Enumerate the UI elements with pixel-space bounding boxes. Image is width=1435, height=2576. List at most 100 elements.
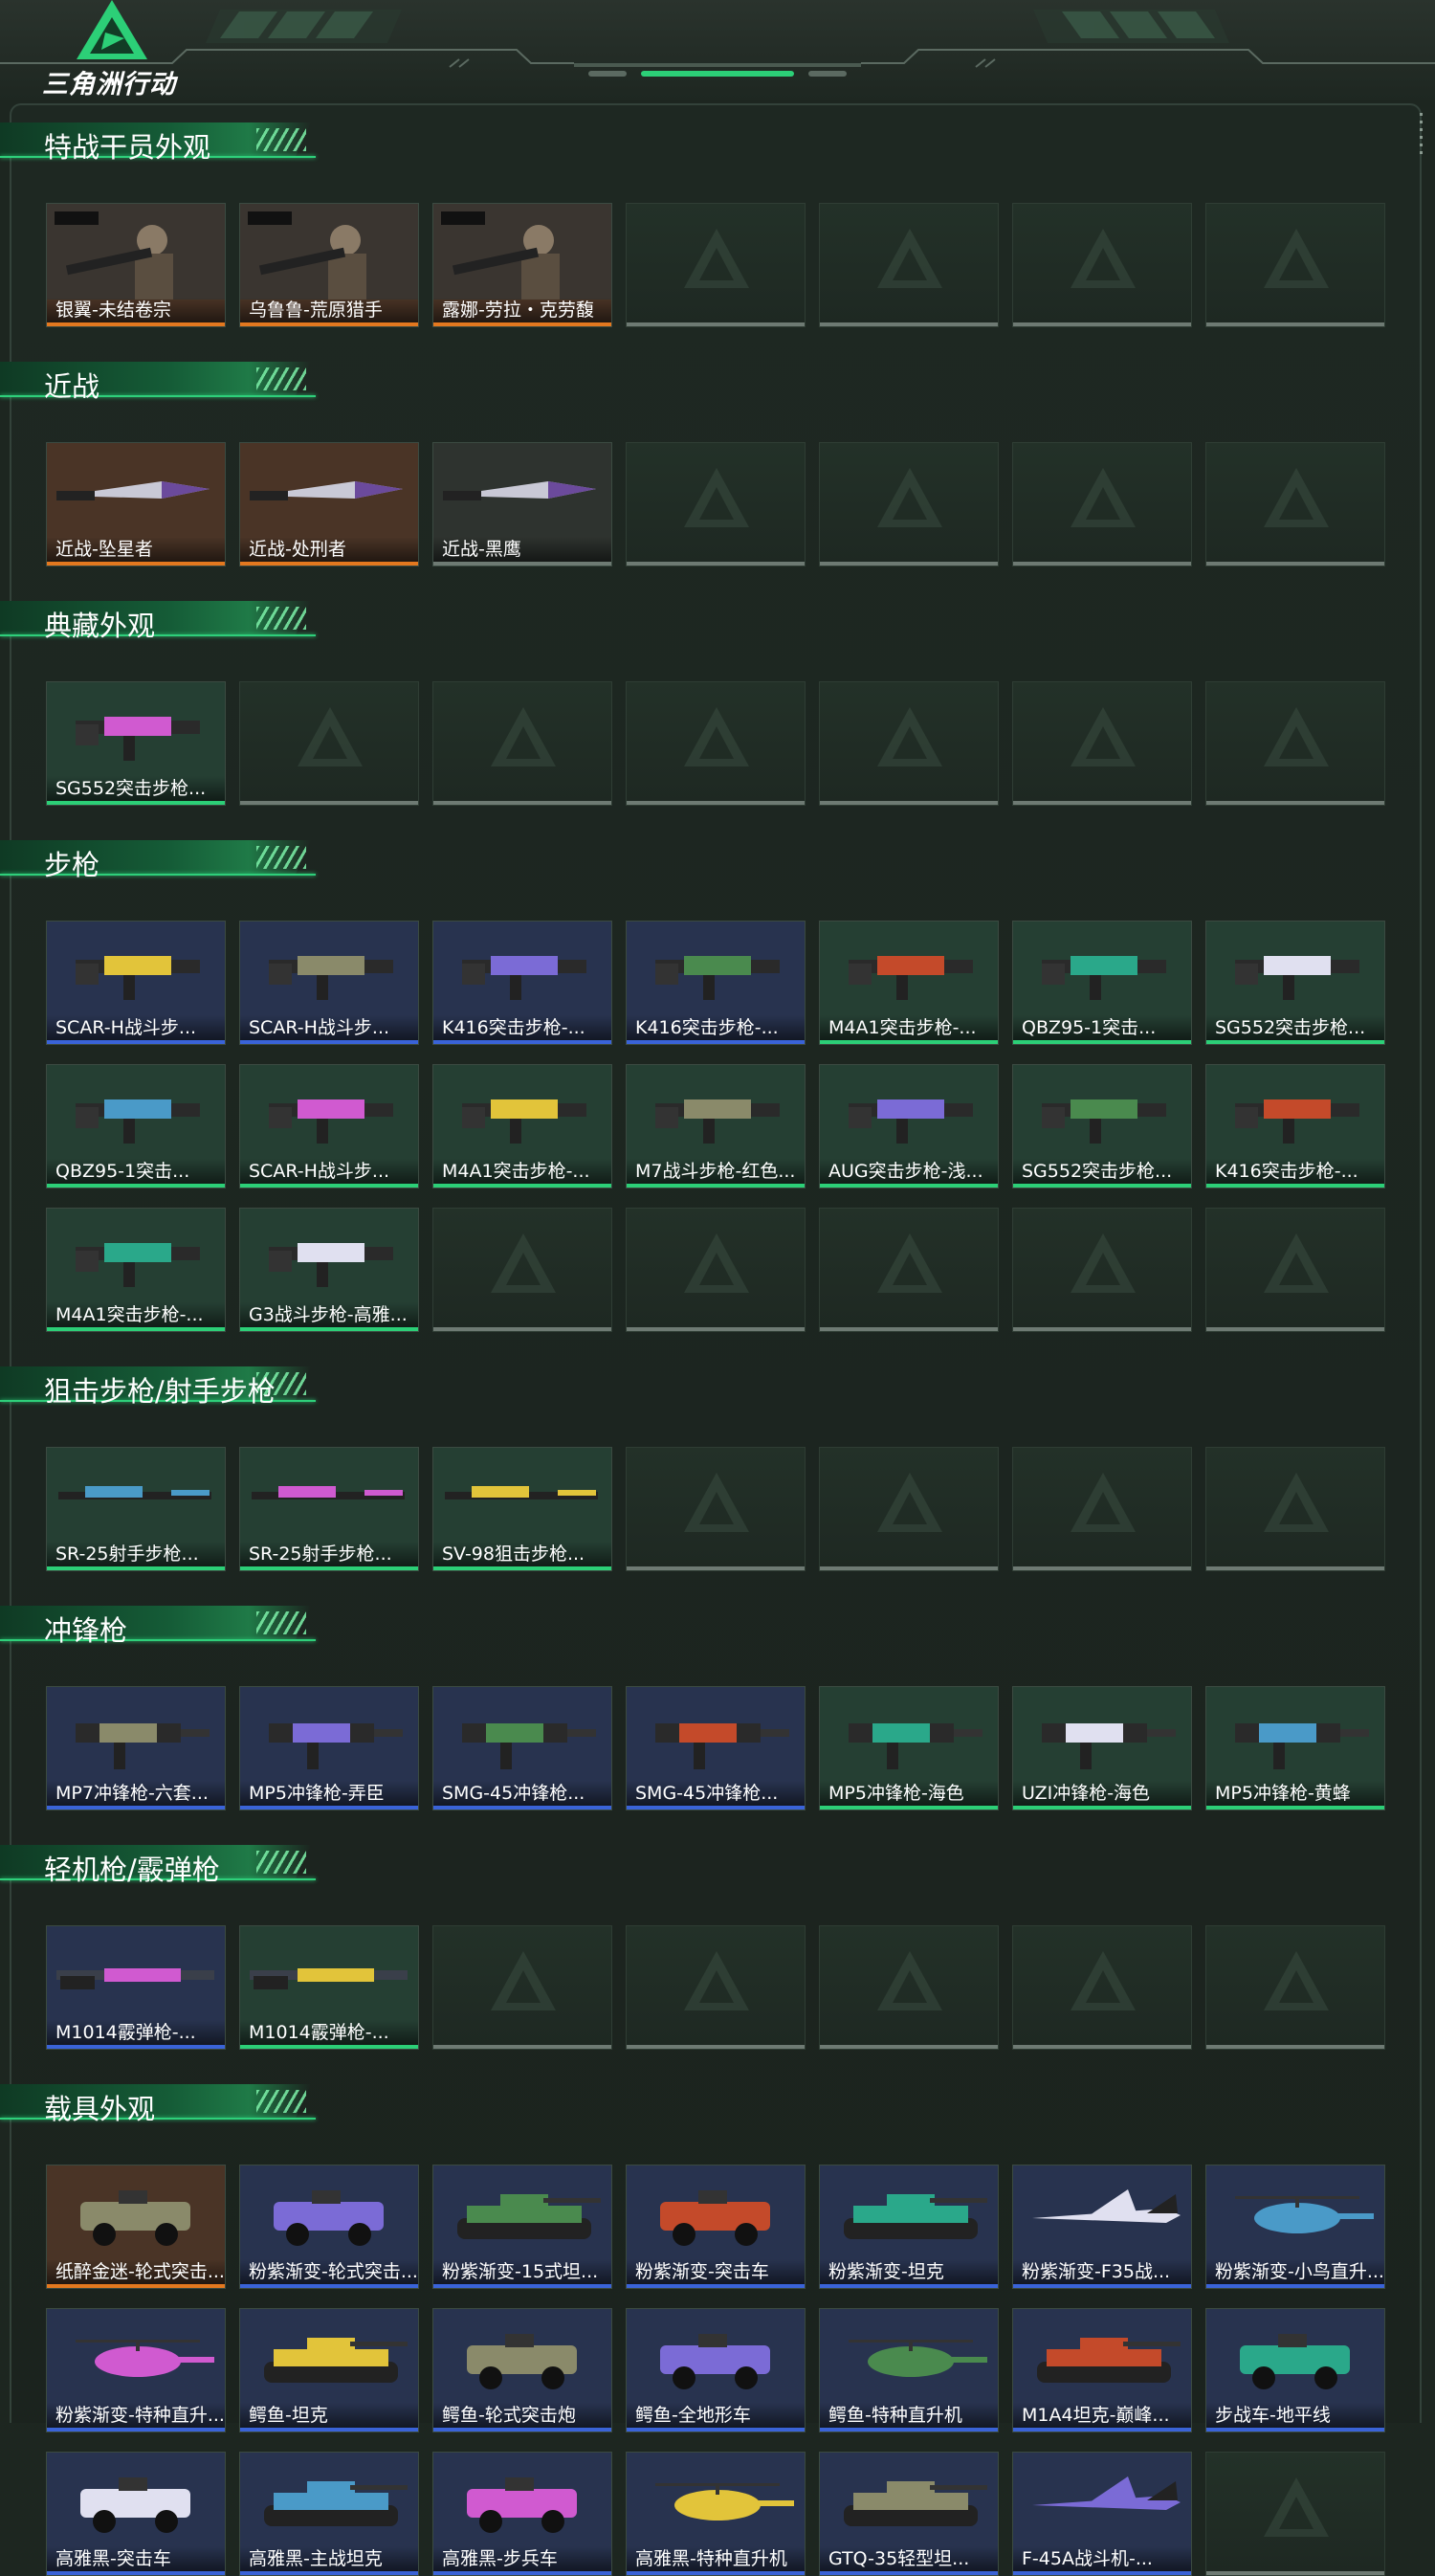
- item-card[interactable]: MP5冲锋枪-海色: [819, 1686, 999, 1810]
- item-card[interactable]: SCAR-H战斗步...: [46, 921, 226, 1045]
- item-name: SMG-45冲锋枪...: [627, 1781, 805, 1806]
- item-card[interactable]: SMG-45冲锋枪...: [432, 1686, 612, 1810]
- item-card[interactable]: 粉紫渐变-突击车: [626, 2165, 806, 2289]
- item-thumbnail: [56, 1968, 214, 1989]
- item-card[interactable]: 近战-坠星者: [46, 442, 226, 566]
- item-thumbnail: [1235, 2196, 1374, 2233]
- item-card[interactable]: SCAR-H战斗步...: [239, 921, 419, 1045]
- item-name: MP5冲锋枪-黄蜂: [1206, 1781, 1384, 1806]
- rarity-strip: [47, 1184, 225, 1188]
- item-thumbnail: [269, 1099, 393, 1144]
- item-card[interactable]: 鳄鱼-轮式突击炮: [432, 2308, 612, 2432]
- item-card[interactable]: 粉紫渐变-F35战...: [1012, 2165, 1192, 2289]
- rarity-strip: [1013, 1040, 1191, 1044]
- item-card[interactable]: M1014霰弹枪-...: [239, 1925, 419, 2050]
- rarity-strip: [627, 1040, 805, 1044]
- item-card[interactable]: 露娜-劳拉・克劳馥: [432, 203, 612, 327]
- item-card[interactable]: SV-98狙击步枪...: [432, 1447, 612, 1571]
- empty-strip: [627, 2045, 805, 2049]
- item-card[interactable]: 粉紫渐变-轮式突击...: [239, 2165, 419, 2289]
- empty-strip: [627, 801, 805, 805]
- empty-strip: [1013, 1327, 1191, 1331]
- item-card[interactable]: 近战-黑鹰: [432, 442, 612, 566]
- item-card[interactable]: QBZ95-1突击...: [46, 1064, 226, 1188]
- item-card[interactable]: UZI冲锋枪-海色: [1012, 1686, 1192, 1810]
- placeholder-logo-icon: [684, 1233, 749, 1293]
- item-card[interactable]: K416突击步枪-...: [1205, 1064, 1385, 1188]
- item-name: QBZ95-1突击...: [47, 1159, 225, 1184]
- empty-slot: [432, 681, 612, 806]
- item-card[interactable]: M4A1突击步枪-...: [819, 921, 999, 1045]
- rarity-strip: [1013, 2428, 1191, 2432]
- item-card[interactable]: SG552突击步枪...: [1205, 921, 1385, 1045]
- item-card[interactable]: SCAR-H战斗步...: [239, 1064, 419, 1188]
- item-card[interactable]: SMG-45冲锋枪...: [626, 1686, 806, 1810]
- item-card[interactable]: 粉紫渐变-特种直升...: [46, 2308, 226, 2432]
- item-thumbnail: [1032, 2189, 1181, 2223]
- item-card[interactable]: 步战车-地平线: [1205, 2308, 1385, 2432]
- item-thumbnail: [80, 2477, 190, 2533]
- item-card[interactable]: GTQ-35轻型坦...: [819, 2452, 999, 2576]
- item-card[interactable]: K416突击步枪-...: [432, 921, 612, 1045]
- rarity-strip: [820, 2428, 998, 2432]
- item-thumbnail: [252, 1486, 405, 1499]
- item-card[interactable]: 高雅黑-步兵车: [432, 2452, 612, 2576]
- item-thumbnail: [1042, 956, 1166, 1000]
- empty-strip: [1013, 2045, 1191, 2049]
- item-thumbnail: [462, 1723, 596, 1769]
- item-card[interactable]: M1014霰弹枪-...: [46, 1925, 226, 2050]
- item-card[interactable]: F-45A战斗机-...: [1012, 2452, 1192, 2576]
- empty-slot: [1012, 681, 1192, 806]
- item-name: 粉紫渐变-F35战...: [1013, 2259, 1191, 2284]
- rarity-strip: [627, 2571, 805, 2575]
- item-card[interactable]: MP7冲锋枪-六套...: [46, 1686, 226, 1810]
- item-thumbnail: [1240, 2334, 1350, 2389]
- item-thumbnail: [655, 1723, 789, 1769]
- item-name: 鳄鱼-坦克: [240, 2403, 418, 2428]
- empty-slot: [819, 203, 999, 327]
- item-card[interactable]: 鳄鱼-特种直升机: [819, 2308, 999, 2432]
- rarity-strip: [1013, 2284, 1191, 2288]
- item-card[interactable]: MP5冲锋枪-弄臣: [239, 1686, 419, 1810]
- empty-strip: [1013, 562, 1191, 566]
- item-card[interactable]: M7战斗步枪-红色...: [626, 1064, 806, 1188]
- item-card[interactable]: 纸醉金迷-轮式突击...: [46, 2165, 226, 2289]
- item-card[interactable]: SR-25射手步枪...: [46, 1447, 226, 1571]
- item-card[interactable]: 高雅黑-特种直升机: [626, 2452, 806, 2576]
- item-card[interactable]: M4A1突击步枪-...: [46, 1208, 226, 1332]
- item-card[interactable]: 鳄鱼-全地形车: [626, 2308, 806, 2432]
- item-card[interactable]: M1A4坦克-巅峰...: [1012, 2308, 1192, 2432]
- item-card[interactable]: 高雅黑-主战坦克: [239, 2452, 419, 2576]
- item-card[interactable]: SG552突击步枪...: [46, 681, 226, 806]
- item-card[interactable]: 近战-处刑者: [239, 442, 419, 566]
- item-card[interactable]: SG552突击步枪...: [1012, 1064, 1192, 1188]
- item-card[interactable]: 粉紫渐变-15式坦...: [432, 2165, 612, 2289]
- item-card[interactable]: SR-25射手步枪...: [239, 1447, 419, 1571]
- item-card[interactable]: 鳄鱼-坦克: [239, 2308, 419, 2432]
- item-card[interactable]: 粉紫渐变-坦克: [819, 2165, 999, 2289]
- rarity-strip: [240, 1327, 418, 1331]
- item-name: M1014霰弹枪-...: [240, 2020, 418, 2045]
- section-stripes: [256, 128, 306, 151]
- item-card[interactable]: 高雅黑-突击车: [46, 2452, 226, 2576]
- item-name: 鳄鱼-全地形车: [627, 2403, 805, 2428]
- item-card[interactable]: MP5冲锋枪-黄蜂: [1205, 1686, 1385, 1810]
- item-card[interactable]: AUG突击步枪-浅...: [819, 1064, 999, 1188]
- item-card[interactable]: K416突击步枪-...: [626, 921, 806, 1045]
- placeholder-logo-icon: [491, 1951, 556, 2010]
- scrollbar[interactable]: [1419, 113, 1424, 159]
- item-card[interactable]: QBZ95-1突击...: [1012, 921, 1192, 1045]
- rarity-strip: [1206, 1040, 1384, 1044]
- item-thumbnail: [250, 481, 403, 500]
- item-card[interactable]: M4A1突击步枪-...: [432, 1064, 612, 1188]
- item-card[interactable]: 乌鲁鲁-荒原猎手: [239, 203, 419, 327]
- item-card[interactable]: 粉紫渐变-小鸟直升...: [1205, 2165, 1385, 2289]
- section-header: 轻机枪/霰弹枪: [0, 1837, 316, 1886]
- item-card[interactable]: G3战斗步枪-高雅...: [239, 1208, 419, 1332]
- rarity-strip: [433, 1040, 611, 1044]
- item-name: F-45A战斗机-...: [1013, 2546, 1191, 2571]
- item-card[interactable]: 银翼-未结卷宗: [46, 203, 226, 327]
- item-thumbnail: [76, 717, 200, 761]
- rarity-strip: [1013, 2571, 1191, 2575]
- rarity-strip: [627, 2428, 805, 2432]
